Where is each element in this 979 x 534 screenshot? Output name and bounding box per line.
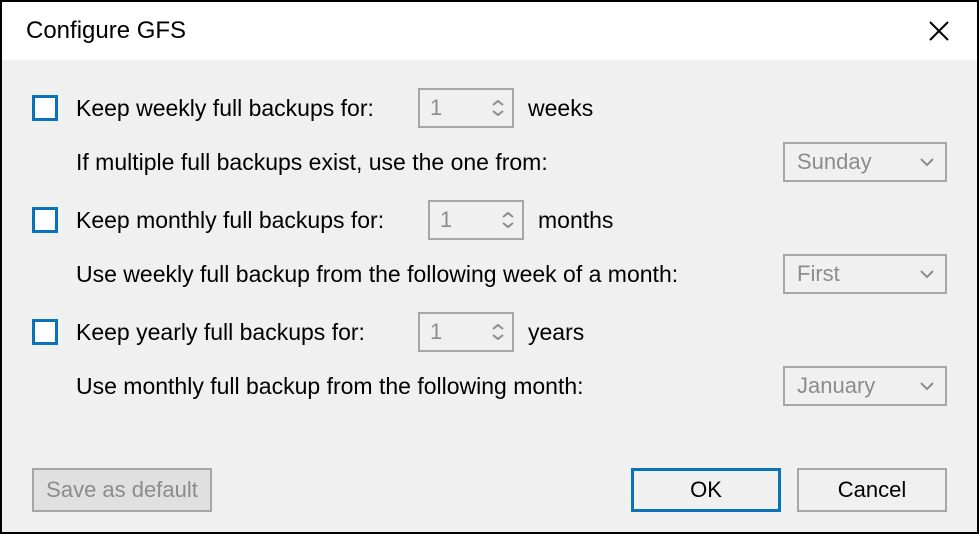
dialog-body: Keep weekly full backups for: 1 weeks If… (2, 60, 977, 532)
monthly-unit: months (538, 207, 613, 234)
yearly-month-dropdown[interactable]: January (783, 366, 947, 406)
weekly-label: Keep weekly full backups for: (76, 95, 414, 122)
cancel-button[interactable]: Cancel (797, 468, 947, 512)
chevron-down-icon (919, 157, 935, 167)
chevron-down-icon (501, 221, 515, 229)
monthly-label: Keep monthly full backups for: (76, 207, 424, 234)
spinner-arrows[interactable] (484, 90, 512, 126)
window-title: Configure GFS (26, 17, 186, 45)
chevron-down-icon (491, 333, 505, 341)
yearly-unit: years (528, 319, 584, 346)
yearly-sub-label: Use monthly full backup from the followi… (76, 373, 771, 400)
yearly-spinner-value: 1 (420, 314, 484, 350)
weekly-sub-label: If multiple full backups exist, use the … (76, 149, 771, 176)
save-default-button[interactable]: Save as default (32, 468, 212, 512)
weekly-day-dropdown[interactable]: Sunday (783, 142, 947, 182)
yearly-label: Keep yearly full backups for: (76, 319, 414, 346)
close-icon (928, 20, 950, 42)
weekly-unit: weeks (528, 95, 593, 122)
ok-button[interactable]: OK (631, 468, 781, 512)
yearly-spinner[interactable]: 1 (418, 312, 514, 352)
chevron-down-icon (919, 269, 935, 279)
yearly-checkbox[interactable] (32, 319, 58, 345)
title-bar: Configure GFS (2, 2, 977, 60)
weekly-section: Keep weekly full backups for: 1 weeks If… (32, 88, 947, 182)
chevron-up-icon (491, 323, 505, 331)
dialog-configure-gfs: Configure GFS Keep weekly full backups f… (0, 0, 979, 534)
yearly-section: Keep yearly full backups for: 1 years Us… (32, 312, 947, 406)
monthly-sub-label: Use weekly full backup from the followin… (76, 261, 771, 288)
monthly-week-dropdown[interactable]: First (783, 254, 947, 294)
chevron-up-icon (491, 99, 505, 107)
chevron-up-icon (501, 211, 515, 219)
chevron-down-icon (919, 381, 935, 391)
chevron-down-icon (491, 109, 505, 117)
monthly-week-value: First (797, 261, 919, 287)
spinner-arrows[interactable] (494, 202, 522, 238)
weekly-checkbox[interactable] (32, 95, 58, 121)
weekly-spinner[interactable]: 1 (418, 88, 514, 128)
weekly-spinner-value: 1 (420, 90, 484, 126)
monthly-section: Keep monthly full backups for: 1 months … (32, 200, 947, 294)
button-row: Save as default OK Cancel (32, 468, 947, 512)
close-button[interactable] (919, 11, 959, 51)
weekly-day-value: Sunday (797, 149, 919, 175)
monthly-spinner-value: 1 (430, 202, 494, 238)
yearly-month-value: January (797, 373, 919, 399)
monthly-spinner[interactable]: 1 (428, 200, 524, 240)
monthly-checkbox[interactable] (32, 207, 58, 233)
spinner-arrows[interactable] (484, 314, 512, 350)
